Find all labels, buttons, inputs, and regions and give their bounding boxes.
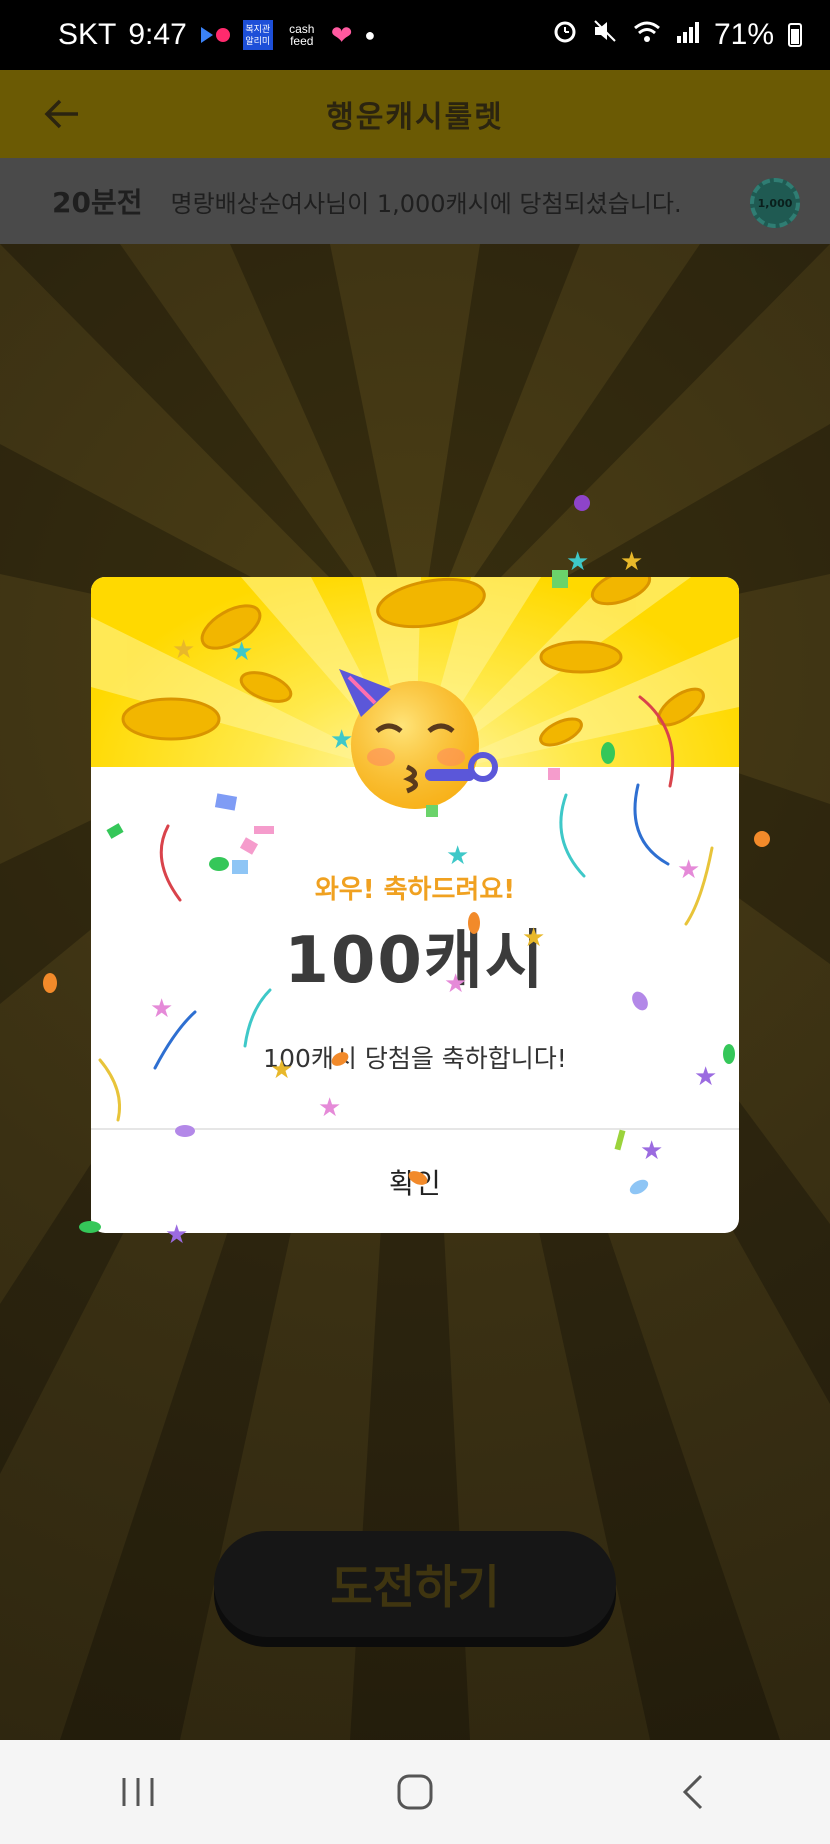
- status-bar: SKT 9:47 복지관 알리미 cash feed ❤ ● 71%: [0, 0, 830, 70]
- system-nav-bar: [0, 1740, 830, 1844]
- back-icon[interactable]: [647, 1762, 737, 1822]
- page-title: 행운캐시룰렛: [326, 100, 504, 135]
- notification-dot-icon: ●: [364, 24, 376, 45]
- confirm-button[interactable]: 확인: [91, 1130, 739, 1233]
- reward-amount: 100캐시: [284, 924, 546, 998]
- party-emoji-illustration: [91, 577, 739, 809]
- play-record-icon: [199, 25, 231, 45]
- battery-percent: 71%: [713, 18, 774, 51]
- signal-icon: [676, 18, 700, 52]
- ticker-message: 명랑배상순여사님이 1,000캐시에 당첨되셨습니다.: [170, 189, 682, 218]
- congrats-message: 100캐시 당첨을 축하합니다!: [263, 1044, 567, 1073]
- welfare-app-icon: 복지관 알리미: [242, 20, 273, 50]
- home-icon[interactable]: [370, 1762, 460, 1822]
- reward-dialog: 와우! 축하드려요! 100캐시 100캐시 당첨을 축하합니다! 확인: [91, 577, 739, 1233]
- recent-apps-icon[interactable]: [93, 1762, 183, 1822]
- carrier-label: SKT: [58, 18, 117, 51]
- hearts-icon: ❤: [330, 19, 353, 50]
- ticker-time: 20분전: [52, 186, 143, 219]
- congrats-headline: 와우! 축하드려요!: [314, 875, 516, 905]
- coin-chip-icon: 1,000: [750, 178, 800, 228]
- wifi-icon: [632, 18, 662, 52]
- app-bar: 행운캐시룰렛: [0, 70, 830, 158]
- winner-ticker: 20분전 명랑배상순여사님이 1,000캐시에 당첨되셨습니다. 1,000: [0, 158, 830, 244]
- cashfeed-icon: cash feed: [289, 22, 315, 48]
- challenge-button[interactable]: 도전하기: [214, 1531, 616, 1637]
- alarm-icon: [552, 18, 578, 52]
- battery-icon: [788, 23, 802, 47]
- clock: 9:47: [128, 18, 187, 51]
- mute-icon: [592, 18, 618, 52]
- back-arrow-icon[interactable]: [44, 98, 80, 130]
